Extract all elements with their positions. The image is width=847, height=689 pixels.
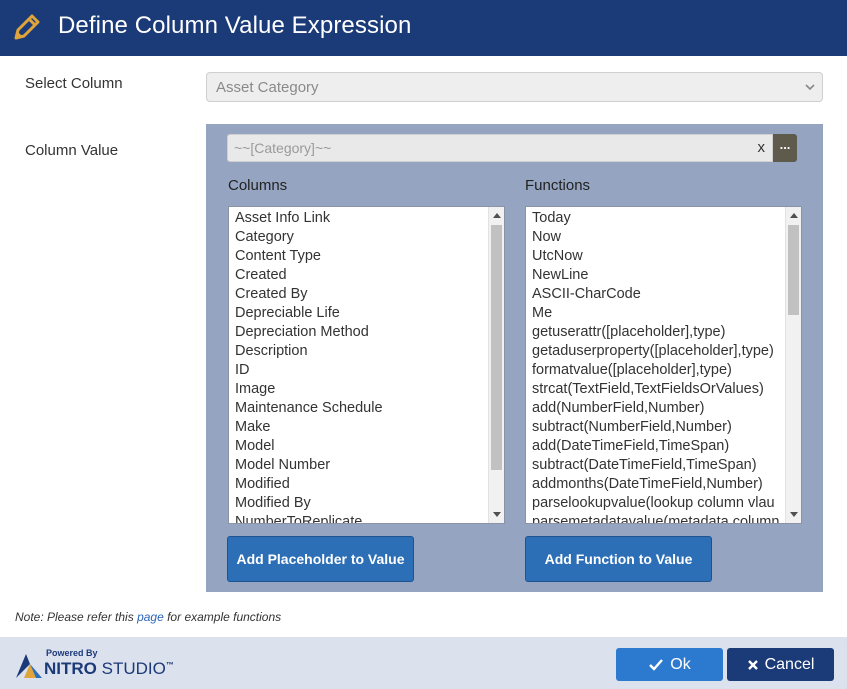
add-placeholder-button[interactable]: Add Placeholder to Value — [227, 536, 414, 582]
cancel-label: Cancel — [764, 655, 815, 673]
function-list-item[interactable]: getuserattr([placeholder],type) — [532, 323, 783, 342]
select-column-label: Select Column — [25, 75, 123, 92]
add-function-button[interactable]: Add Function to Value — [525, 536, 712, 582]
column-list-item[interactable]: Depreciation Method — [235, 323, 486, 342]
powered-by-text: Powered By — [46, 648, 98, 658]
function-list-item[interactable]: NewLine — [532, 266, 783, 285]
ok-button[interactable]: Ok — [616, 648, 723, 681]
column-list-item[interactable]: Modified — [235, 475, 486, 494]
brand-studio: STUDIO — [96, 659, 166, 678]
function-list-item[interactable]: strcat(TextField,TextFieldsOrValues) — [532, 380, 783, 399]
ok-label: Ok — [670, 655, 691, 673]
brand-name: NITRO STUDIO™ — [44, 659, 174, 679]
functions-scrollbar[interactable] — [785, 207, 801, 523]
column-list-item[interactable]: Description — [235, 342, 486, 361]
functions-label: Functions — [525, 177, 591, 194]
column-list-item[interactable]: Modified By — [235, 494, 486, 513]
cancel-button[interactable]: Cancel — [727, 648, 834, 681]
chevron-down-icon — [805, 84, 815, 91]
function-list-item[interactable]: addmonths(DateTimeField,Number) — [532, 475, 783, 494]
columns-listbox[interactable]: Asset Info Link Category Content Type Creat… — [228, 206, 505, 524]
note-prefix: Note: Please refer this — [15, 610, 138, 624]
function-list-item[interactable]: getaduserproperty([placeholder],type) — [532, 342, 783, 361]
clear-expression-button[interactable]: x — [758, 139, 766, 156]
columns-scrollbar[interactable] — [488, 207, 504, 523]
columns-label: Columns — [228, 177, 288, 194]
scroll-down-icon[interactable] — [493, 512, 501, 517]
column-list-item[interactable]: Created — [235, 266, 486, 285]
column-list-item[interactable]: NumberToReplicate — [235, 513, 486, 523]
scroll-up-icon[interactable] — [790, 213, 798, 218]
dialog-header: Define Column Value Expression — [0, 0, 847, 56]
trademark: ™ — [165, 660, 174, 670]
function-list-item[interactable]: parselookupvalue(lookup column vlau — [532, 494, 783, 513]
column-list-item[interactable]: Image — [235, 380, 486, 399]
close-icon — [747, 659, 758, 670]
pencil-icon — [14, 14, 40, 40]
function-list-item[interactable]: subtract(DateTimeField,TimeSpan) — [532, 456, 783, 475]
scroll-down-icon[interactable] — [790, 512, 798, 517]
column-list-item[interactable]: Asset Info Link — [235, 209, 486, 228]
column-list-item[interactable]: Maintenance Schedule — [235, 399, 486, 418]
function-list-item[interactable]: subtract(NumberField,Number) — [532, 418, 783, 437]
select-column-dropdown[interactable]: Asset Category — [206, 72, 823, 102]
column-list-item[interactable]: Model — [235, 437, 486, 456]
expression-input[interactable]: ~~[Category]~~ x — [227, 134, 773, 162]
column-list-item[interactable]: Make — [235, 418, 486, 437]
column-list-item[interactable]: Category — [235, 228, 486, 247]
function-list-item[interactable]: Me — [532, 304, 783, 323]
nitro-logo-icon — [16, 654, 42, 678]
expression-value: ~~[Category]~~ — [234, 140, 332, 156]
function-list-item[interactable]: ASCII-CharCode — [532, 285, 783, 304]
column-list-item[interactable]: Created By — [235, 285, 486, 304]
scroll-thumb[interactable] — [491, 225, 502, 470]
function-list-item[interactable]: UtcNow — [532, 247, 783, 266]
column-list-item[interactable]: Content Type — [235, 247, 486, 266]
function-list-item[interactable]: add(NumberField,Number) — [532, 399, 783, 418]
function-list-item[interactable]: parsemetadatavalue(metadata column — [532, 513, 783, 523]
more-options-button[interactable]: ... — [773, 134, 797, 162]
help-page-link[interactable]: page — [137, 610, 164, 624]
scroll-up-icon[interactable] — [493, 213, 501, 218]
function-list-item[interactable]: formatvalue([placeholder],type) — [532, 361, 783, 380]
function-list-item[interactable]: Today — [532, 209, 783, 228]
select-column-value: Asset Category — [216, 79, 319, 96]
nitro-studio-logo: Powered By NITRO STUDIO™ — [14, 648, 184, 682]
note-suffix: for example functions — [163, 610, 282, 624]
column-value-label: Column Value — [25, 142, 119, 159]
help-note: Note: Please refer this page for example… — [15, 610, 281, 624]
brand-nitro: NITRO — [44, 659, 97, 678]
scroll-thumb[interactable] — [788, 225, 799, 315]
functions-listbox[interactable]: Today Now UtcNow NewLine ASCII-CharCode Me get… — [525, 206, 802, 524]
function-list-item[interactable]: Now — [532, 228, 783, 247]
check-icon — [649, 658, 664, 671]
column-list-item[interactable]: ID — [235, 361, 486, 380]
expression-panel: ~~[Category]~~ x ... Columns Functions A… — [206, 124, 823, 592]
function-list-item[interactable]: add(DateTimeField,TimeSpan) — [532, 437, 783, 456]
dialog-title: Define Column Value Expression — [58, 12, 412, 39]
column-list-item[interactable]: Depreciable Life — [235, 304, 486, 323]
column-list-item[interactable]: Model Number — [235, 456, 486, 475]
